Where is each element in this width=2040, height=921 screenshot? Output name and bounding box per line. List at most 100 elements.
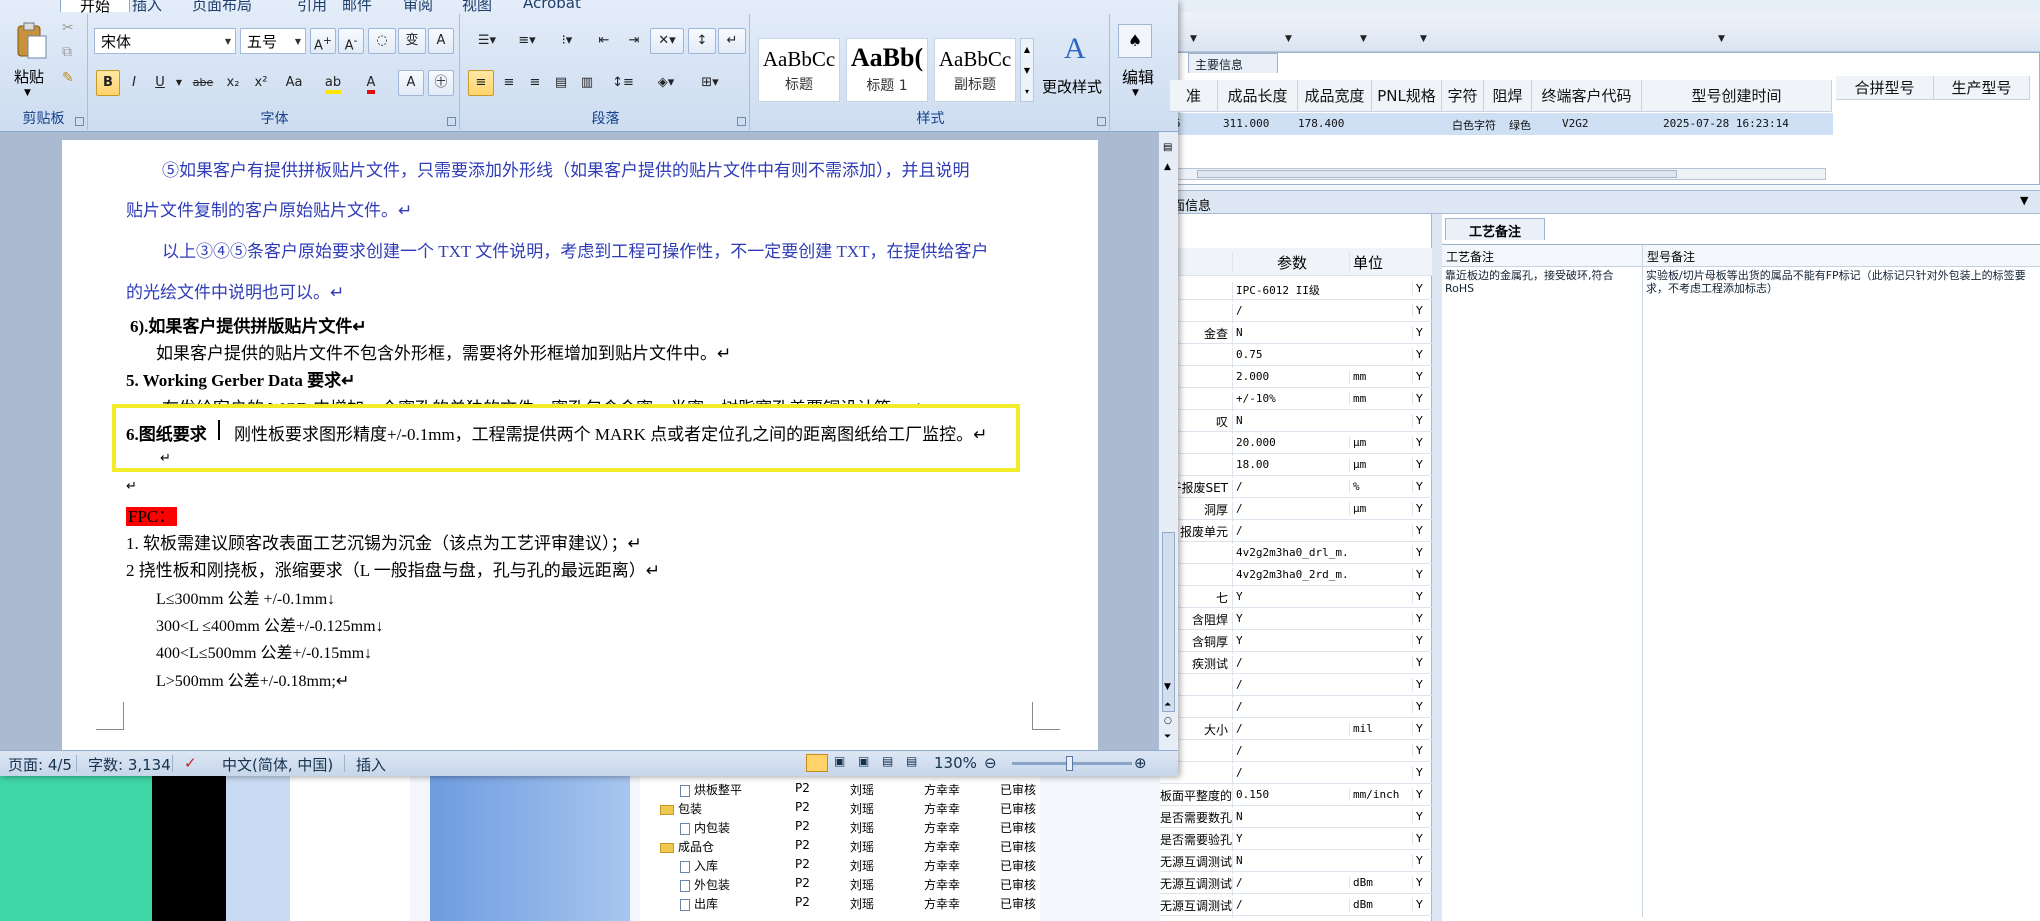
tab-insert[interactable]: 插入 (132, 0, 162, 15)
underline-button[interactable]: U (148, 70, 172, 96)
enclose-char-icon[interactable]: ㊉ (428, 70, 454, 96)
column-header[interactable]: 终端客户代码 (1532, 80, 1642, 112)
column-header[interactable]: 准 (1170, 80, 1218, 112)
print-layout-icon[interactable] (806, 754, 828, 772)
launcher-icon[interactable] (737, 117, 746, 126)
align-left-icon[interactable]: ≡ (468, 70, 494, 96)
browse-object-icon[interactable]: ○ (1164, 716, 1172, 726)
dropdown-icon[interactable]: ▼ (1718, 34, 1725, 44)
char-shading-icon[interactable]: A (398, 70, 424, 96)
param-row[interactable]: IPC-6012 II级 Y (1160, 278, 1432, 302)
sort-icon[interactable]: ↕ (688, 28, 716, 54)
column-header[interactable]: 字符 (1442, 80, 1484, 112)
param-row[interactable]: / Y (1160, 740, 1432, 764)
param-row[interactable]: 0.75 Y (1160, 344, 1432, 368)
superscript-button[interactable]: x² (248, 70, 274, 96)
param-row[interactable]: 七YY (1160, 586, 1432, 610)
param-row[interactable]: 是否需要验孔检查YY (1160, 828, 1432, 852)
paste-icon[interactable] (12, 22, 50, 66)
justify-icon[interactable]: ▤ (548, 70, 574, 96)
param-row[interactable]: 疾测试 / Y (1160, 652, 1432, 676)
tab-view[interactable]: 视图 (462, 0, 492, 15)
chinese-layout-icon[interactable]: ✕▾ (650, 28, 684, 54)
font-family-select[interactable]: 宋体 ▼ (94, 28, 236, 54)
outline-icon[interactable]: ▤ (882, 754, 893, 768)
change-styles-button[interactable]: 更改样式 (1042, 76, 1102, 97)
distributed-icon[interactable]: ▥ (574, 70, 600, 96)
tab-acrobat[interactable]: Acrobat (523, 0, 581, 12)
tree-item[interactable]: 烘板整平 P2 刘瑶 方幸幸 已审核 (640, 779, 1040, 798)
column-header[interactable]: 型号创建时间 (1642, 80, 1832, 112)
dropdown-icon[interactable]: ▼ (24, 88, 31, 98)
tab-mailings[interactable]: 邮件 (342, 0, 372, 15)
change-case-button[interactable]: Aa (276, 70, 312, 96)
decrease-indent-icon[interactable]: ⇤ (590, 28, 618, 54)
splitter[interactable] (1432, 214, 1442, 921)
strikethrough-button[interactable]: abe (188, 70, 218, 96)
bullets-icon[interactable]: ☰▾ (468, 28, 506, 54)
param-row[interactable]: +/-10% mm Y (1160, 388, 1432, 412)
param-row[interactable]: 洞厚 / μm Y (1160, 498, 1432, 522)
tab-main-info[interactable]: 主要信息 (1188, 53, 1278, 73)
dropdown-icon[interactable]: ▼ (1420, 34, 1427, 44)
numbering-icon[interactable]: ≡▾ (508, 28, 546, 54)
bold-button[interactable]: B (96, 70, 120, 96)
ruler-toggle-icon[interactable]: ▤ (1163, 142, 1172, 153)
shading-icon[interactable]: ◈▾ (646, 70, 686, 96)
collapse-icon[interactable]: ▼ (2020, 194, 2028, 207)
launcher-icon[interactable] (75, 117, 84, 126)
cut-icon[interactable]: ✂ (62, 20, 74, 36)
tab-references[interactable]: 引用 (297, 0, 327, 15)
zoom-level[interactable]: 130% (934, 754, 977, 772)
styles-scroll[interactable]: ▲ ▼ ▾ (1020, 38, 1034, 102)
align-center-icon[interactable]: ≡ (496, 70, 522, 96)
proofing-icon[interactable]: ✓ (184, 754, 197, 772)
param-row[interactable]: 无源互调测试 N Y (1160, 850, 1432, 874)
column-header[interactable]: 阻焊 (1484, 80, 1532, 112)
style-heading-1[interactable]: AaBb( 标题 1 (846, 38, 928, 102)
phonetic-icon[interactable]: 变 (398, 28, 426, 54)
word-count[interactable]: 字数: 3,134 (88, 754, 171, 775)
param-row[interactable]: 20.000 μm Y (1160, 432, 1432, 456)
dropdown-icon[interactable]: ▼ (1132, 88, 1139, 98)
param-row[interactable]: 4v2g2m3ha0_2rd_m... Y (1160, 564, 1432, 588)
scrollbar-thumb[interactable] (1197, 170, 1677, 178)
char-border-icon[interactable]: A (428, 28, 454, 54)
param-row[interactable]: 板面平整度的最大极差0.150mm/inchY (1160, 784, 1432, 808)
param-row[interactable]: 是否需要数孔 N Y (1160, 806, 1432, 830)
tab-process-notes[interactable]: 工艺备注 (1445, 218, 1545, 240)
model-note-text[interactable]: 实验板/切片母板等出货的属品不能有FP标记（此标记只针对外包装上的标签要求，不考… (1642, 267, 2038, 917)
param-row[interactable]: 叹NY (1160, 410, 1432, 434)
column-header[interactable]: PNL规格 (1372, 80, 1442, 112)
change-styles-icon[interactable]: A (1056, 28, 1096, 68)
copy-icon[interactable]: ⧉ (62, 44, 72, 60)
param-row[interactable]: / Y (1160, 696, 1432, 720)
language[interactable]: 中文(简体, 中国) (222, 754, 333, 775)
tab-review[interactable]: 审阅 (403, 0, 433, 15)
subscript-button[interactable]: x₂ (220, 70, 246, 96)
borders-icon[interactable]: ⊞▾ (690, 70, 730, 96)
horizontal-scrollbar[interactable] (1176, 168, 1826, 180)
web-layout-icon[interactable]: ▣ (858, 754, 869, 768)
param-row[interactable]: 4v2g2m3ha0_drl_m... Y (1160, 542, 1432, 566)
clear-format-icon[interactable]: ◌ (368, 28, 396, 54)
next-page-icon[interactable]: ⏷ (1164, 732, 1171, 742)
column-header[interactable]: 成品长度 (1218, 80, 1298, 112)
launcher-icon[interactable] (1097, 117, 1106, 126)
tree-item[interactable]: 外包装 P2 刘瑶 方幸幸 已审核 (640, 874, 1040, 893)
param-row[interactable]: 无源互调测试功率/dBmY (1160, 872, 1432, 896)
dropdown-icon[interactable]: ▼ (1285, 34, 1292, 44)
param-row[interactable]: 金查 N Y (1160, 322, 1432, 346)
tree-item[interactable]: 出库 P2 刘瑶 方幸幸 已审核 (640, 893, 1040, 912)
dropdown-icon[interactable]: ▼ (1190, 34, 1197, 44)
editing-button[interactable]: 编辑 (1122, 64, 1154, 88)
highlight-icon[interactable]: ab (316, 70, 350, 96)
param-row[interactable]: 报废单元 / Y (1160, 520, 1432, 544)
multilevel-list-icon[interactable]: ⁝▾ (548, 28, 586, 54)
process-note-text[interactable]: 靠近板边的金属孔，接受破环,符合RoHS (1442, 267, 1638, 297)
param-row[interactable]: 干报废SET /% Y (1160, 476, 1432, 500)
param-row[interactable]: / Y (1160, 762, 1432, 786)
param-row[interactable]: 2.000 mm Y (1160, 366, 1432, 390)
tree-item[interactable]: 成品仓 P2 刘瑶 方幸幸 已审核 (640, 836, 1040, 855)
scroll-up-icon[interactable]: ▲ (1164, 162, 1171, 172)
